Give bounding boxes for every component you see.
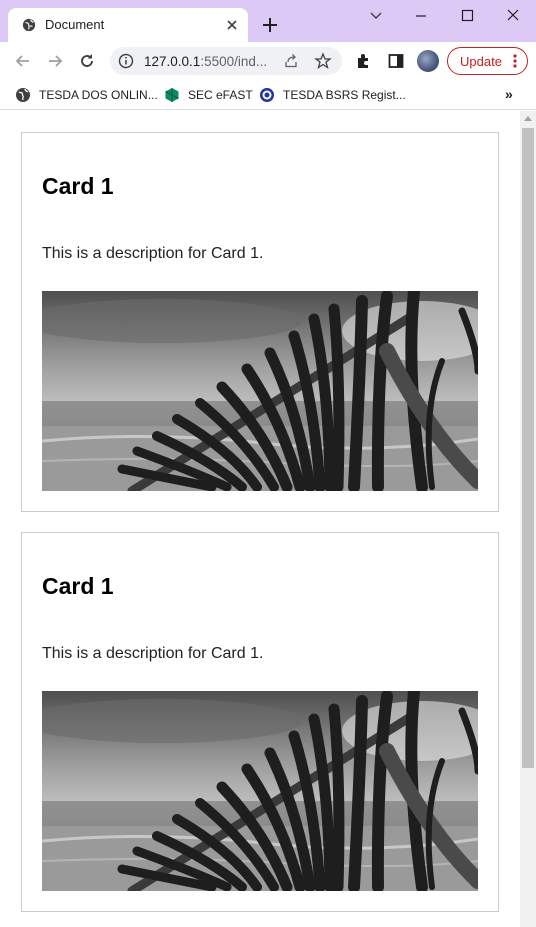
- bookmark-label: TESDA BSRS Regist...: [283, 88, 406, 102]
- tab-search-chevron-icon[interactable]: [366, 8, 386, 24]
- profile-avatar[interactable]: [417, 50, 439, 72]
- shipwreck-photo: [42, 291, 478, 491]
- scroll-up-arrow-icon[interactable]: [524, 116, 532, 121]
- sec-logo-icon: [165, 88, 179, 102]
- scrollbar-thumb[interactable]: [522, 128, 534, 768]
- address-bar[interactable]: 127.0.0.1:5500/ind...: [110, 47, 342, 75]
- share-icon[interactable]: [283, 53, 299, 69]
- minimize-icon[interactable]: [411, 8, 431, 24]
- url-path: :5500/ind...: [200, 54, 268, 69]
- card-description: This is a description for Card 1.: [42, 245, 264, 262]
- card: Card 1 This is a description for Card 1.: [21, 132, 499, 512]
- bookmark-tesda-dos[interactable]: TESDA DOS ONLIN...: [15, 86, 158, 104]
- card-title: Card 1: [42, 173, 114, 199]
- card-image: [42, 291, 478, 491]
- bookmarks-bar: TESDA DOS ONLIN... SEC eFAST TESDA BSRS …: [0, 80, 536, 110]
- card: Card 1 This is a description for Card 1.: [21, 532, 499, 912]
- more-menu-icon[interactable]: [510, 53, 520, 69]
- tab-strip: Document: [0, 0, 536, 42]
- maximize-icon[interactable]: [457, 8, 477, 24]
- tesda-logo-icon: [260, 88, 274, 102]
- bookmark-star-icon[interactable]: [314, 52, 332, 70]
- extensions-puzzle-icon[interactable]: [354, 51, 374, 71]
- bookmark-sec-efast[interactable]: SEC eFAST: [164, 86, 253, 104]
- update-button[interactable]: Update: [447, 47, 528, 75]
- browser-toolbar: 127.0.0.1:5500/ind... Update: [0, 42, 536, 80]
- reload-icon[interactable]: [77, 51, 97, 71]
- card-title: Card 1: [42, 573, 114, 599]
- url-host: 127.0.0.1: [144, 54, 201, 69]
- close-window-icon[interactable]: [503, 8, 523, 24]
- update-button-label: Update: [460, 54, 502, 69]
- page-viewport: Card 1 This is a description for Card 1.: [0, 111, 520, 927]
- bookmark-label: SEC eFAST: [188, 88, 253, 102]
- vertical-scrollbar[interactable]: [520, 111, 536, 927]
- bookmarks-overflow-button[interactable]: »: [505, 86, 513, 102]
- url-text[interactable]: 127.0.0.1:5500/ind...: [144, 54, 267, 69]
- side-panel-icon[interactable]: [386, 51, 406, 71]
- bookmark-tesda-bsrs[interactable]: TESDA BSRS Regist...: [259, 86, 406, 104]
- globe-icon: [22, 18, 36, 32]
- globe-icon: [16, 88, 30, 102]
- shipwreck-photo: [42, 691, 478, 891]
- card-image: [42, 691, 478, 891]
- close-tab-icon[interactable]: [224, 17, 240, 33]
- back-arrow-icon[interactable]: [13, 51, 33, 71]
- browser-tab[interactable]: Document: [8, 8, 248, 42]
- tab-title: Document: [45, 17, 105, 32]
- bookmark-label: TESDA DOS ONLIN...: [39, 88, 158, 102]
- new-tab-icon[interactable]: [260, 15, 280, 35]
- forward-arrow-icon[interactable]: [45, 51, 65, 71]
- site-info-icon[interactable]: [118, 53, 134, 69]
- card-description: This is a description for Card 1.: [42, 645, 264, 662]
